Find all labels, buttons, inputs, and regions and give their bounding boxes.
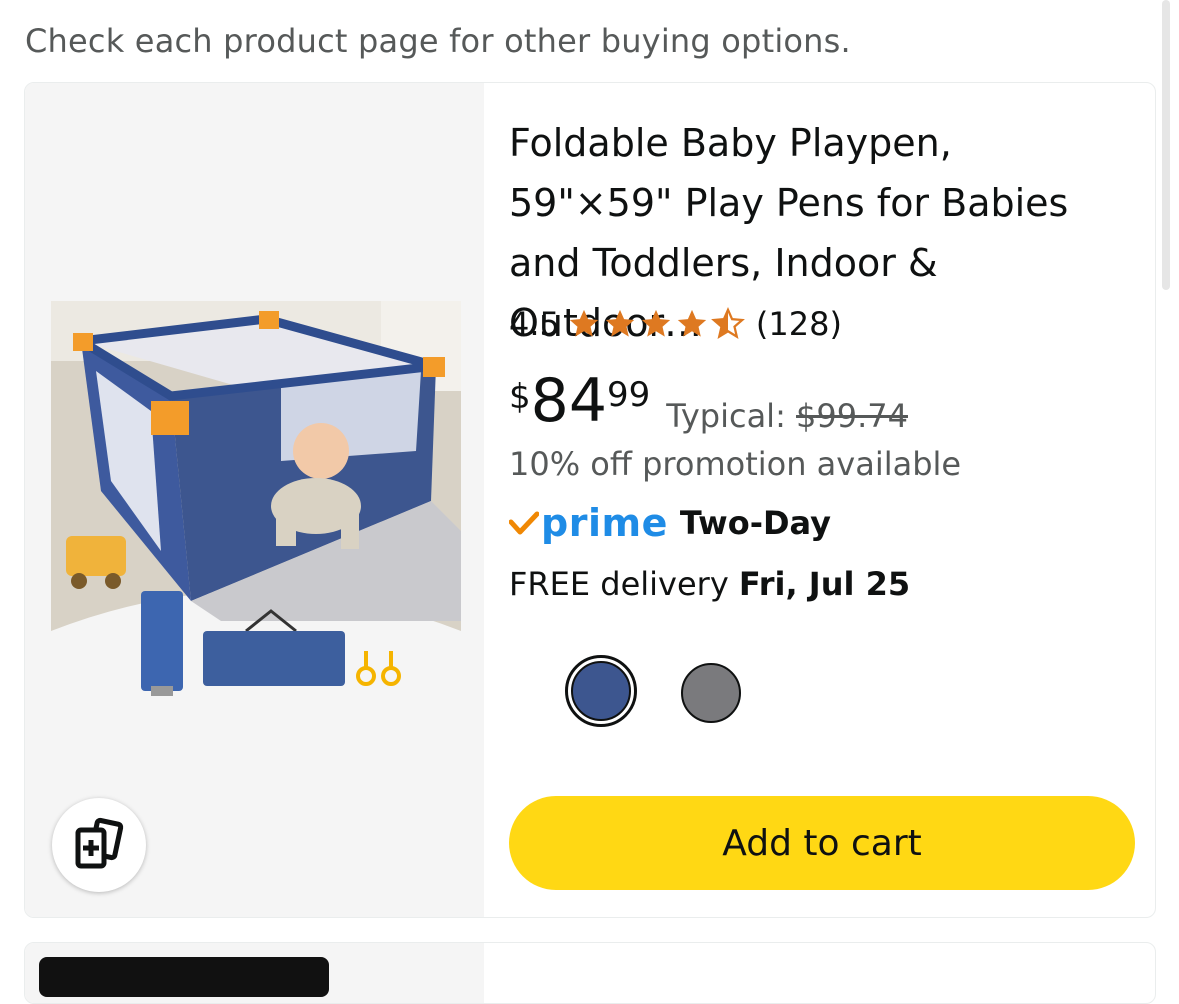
delivery-info: FREE delivery Fri, Jul 25 [509,565,910,603]
color-swatch-blue[interactable] [565,655,637,727]
star-icon [641,309,671,337]
half-star-icon [710,307,745,339]
next-product-card[interactable] [24,942,1156,1004]
rating-row[interactable]: 4.5 (128) [509,305,842,343]
price-row: $ 84 99 Typical: $99.74 [509,371,908,435]
compare-button[interactable] [52,798,146,892]
delivery-label: FREE delivery [509,565,739,603]
promotion-text: 10% off promotion available [509,445,962,483]
prime-logo: prime [541,501,668,545]
star-icon [677,309,707,337]
buying-options-notice: Check each product page for other buying… [25,22,851,60]
price-currency: $ [509,377,531,417]
typical-price-block: Typical: $99.74 [666,397,908,435]
prime-check-icon [509,511,539,535]
rating-count: (128) [755,305,842,343]
star-rating [566,307,746,341]
product-image-panel[interactable] [25,83,484,917]
delivery-date: Fri, Jul 25 [738,565,911,603]
swatch-fill [571,661,631,721]
product-image[interactable] [51,301,461,701]
next-product-image [39,957,329,997]
price-fraction: 99 [607,375,651,415]
add-to-cart-button[interactable]: Add to cart [509,796,1135,890]
star-icon [605,309,635,337]
prime-badge: prime Two-Day [509,501,831,545]
rating-value: 4.5 [509,305,560,343]
prime-speed: Two-Day [679,504,832,542]
compare-cards-icon [75,817,124,869]
color-swatch-gray[interactable] [681,663,741,723]
next-product-image-panel[interactable] [25,943,484,1003]
product-card[interactable]: Foldable Baby Playpen, 59"×59" Play Pens… [24,82,1156,918]
price-whole: 84 [530,366,607,436]
typical-price: $99.74 [796,397,908,435]
scrollbar[interactable] [1162,0,1170,290]
star-icon [569,309,599,337]
typical-label: Typical: [666,397,797,435]
